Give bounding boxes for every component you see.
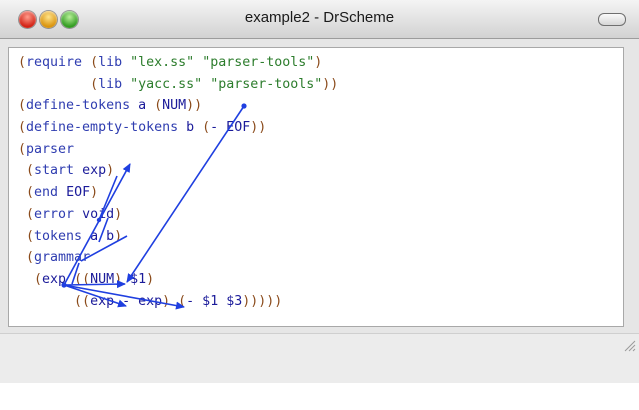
code-token: ) (314, 55, 323, 70)
code-token: exp (74, 163, 107, 179)
code-line[interactable]: (define-empty-tokens b (- EOF)) (18, 117, 338, 139)
code-token: "yacc.ss" (130, 76, 203, 92)
code-token: lib (98, 76, 123, 92)
code-token: ( (154, 98, 163, 114)
code-token: "lex.ss" (130, 55, 195, 70)
code-line[interactable]: (start exp) (18, 160, 338, 182)
code-line[interactable]: (parser (18, 139, 338, 161)
code-token: exp (42, 271, 75, 287)
code-token: lib (98, 55, 123, 70)
code-token: tokens (34, 228, 83, 244)
code-token: parser (26, 141, 75, 157)
code-token: ( (202, 120, 211, 136)
code-token: define-empty-tokens (26, 120, 179, 136)
code-token: ) (146, 271, 155, 287)
code-token: require (26, 55, 83, 70)
code-token: ( (18, 120, 27, 136)
code-token: ) (114, 206, 123, 222)
code-token: ( (26, 206, 35, 222)
code-token: NUM (90, 271, 115, 287)
code-line[interactable]: (require (lib "lex.ss" "parser-tools") (18, 52, 338, 74)
code-token: ) (162, 293, 171, 309)
code-area[interactable]: (require (lib "lex.ss" "parser-tools") (… (18, 52, 338, 312)
code-token: ( (178, 293, 187, 309)
code-token: - $1 $3 (186, 293, 243, 309)
code-token: ( (34, 271, 43, 287)
code-token: )) (250, 120, 267, 136)
code-token: ) (114, 271, 123, 287)
code-token: define-tokens (26, 98, 131, 114)
code-token: ( (18, 141, 27, 157)
drscheme-window: example2 - DrScheme (require (lib "lex.s… (0, 0, 639, 383)
code-token: NUM (162, 98, 187, 114)
code-token: end (34, 185, 59, 201)
code-token: EOF (58, 185, 91, 201)
code-token: (( (74, 271, 91, 287)
code-line[interactable]: (error void) (18, 204, 338, 226)
code-token: "parser-tools" (202, 55, 315, 70)
code-token: ( (26, 163, 35, 179)
code-token: $1 (122, 271, 147, 287)
code-line[interactable]: (exp ((NUM) $1) (18, 269, 338, 291)
code-token: ) (114, 228, 123, 244)
code-token: ))))) (242, 293, 283, 309)
code-token: ( (90, 76, 99, 92)
code-token: ( (18, 98, 27, 114)
code-token: ) (90, 185, 99, 201)
code-token: ( (26, 250, 35, 266)
status-area (0, 333, 639, 383)
code-token: ( (90, 55, 99, 70)
toolbar-toggle-button[interactable] (598, 13, 626, 26)
code-token: "parser-tools" (210, 76, 323, 92)
code-token: start (34, 163, 75, 179)
code-line[interactable]: (end EOF) (18, 182, 338, 204)
code-token: ) (106, 163, 115, 179)
code-token: exp - exp (90, 293, 163, 309)
code-line[interactable]: ((exp - exp) (- $1 $3))))) (18, 291, 338, 313)
code-token: void (74, 206, 115, 222)
code-token: a (130, 98, 155, 114)
code-token: ( (18, 55, 27, 70)
code-token: a b (82, 228, 115, 244)
code-line[interactable]: (grammar (18, 247, 338, 269)
title-bar[interactable]: example2 - DrScheme (0, 0, 639, 39)
code-token: - EOF (210, 120, 251, 136)
code-line[interactable]: (tokens a b) (18, 226, 338, 248)
code-token: error (34, 206, 75, 222)
definitions-editor[interactable]: (require (lib "lex.ss" "parser-tools") (… (8, 47, 624, 327)
code-token: ( (26, 228, 35, 244)
code-line[interactable]: (lib "yacc.ss" "parser-tools")) (18, 74, 338, 96)
resize-grip-icon[interactable] (622, 338, 636, 352)
code-token: )) (186, 98, 203, 114)
window-title: example2 - DrScheme (244, 9, 395, 26)
code-token: ( (26, 185, 35, 201)
code-token: grammar (34, 250, 91, 266)
code-token: (( (74, 293, 91, 309)
code-token: b (178, 120, 203, 136)
code-line[interactable]: (define-tokens a (NUM)) (18, 95, 338, 117)
code-token: )) (322, 76, 339, 92)
